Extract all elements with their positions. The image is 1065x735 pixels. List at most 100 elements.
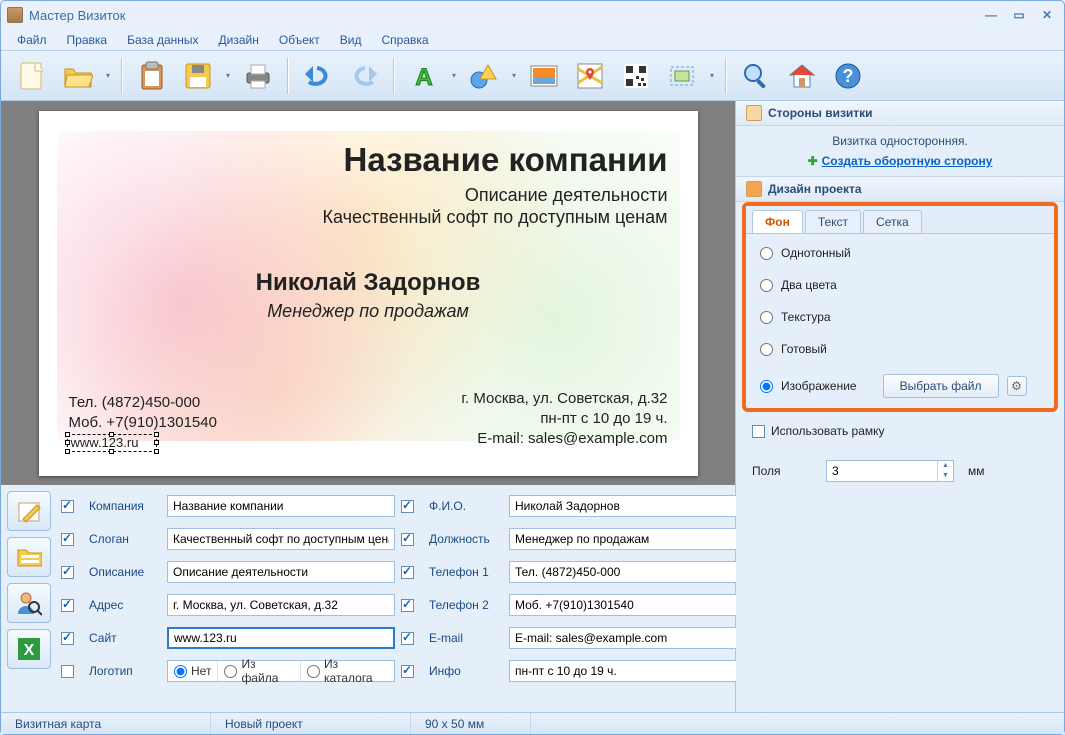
bg-image-radio[interactable]	[760, 380, 773, 393]
email-checkbox[interactable]	[401, 632, 414, 645]
info-input[interactable]	[509, 660, 737, 682]
toolbar: ▾ ▾ A ▾ ▾ ▾ ?	[1, 51, 1064, 101]
fio-checkbox[interactable]	[401, 500, 414, 513]
bg-two-label: Два цвета	[781, 278, 837, 292]
open-icon[interactable]	[57, 56, 99, 96]
choose-file-button[interactable]: Выбрать файл	[883, 374, 999, 398]
card-description[interactable]: Описание деятельности	[465, 185, 668, 206]
text-dropdown[interactable]: ▾	[449, 71, 459, 80]
home-icon[interactable]	[781, 56, 823, 96]
use-frame-checkbox[interactable]	[752, 425, 765, 438]
menu-edit[interactable]: Правка	[59, 31, 116, 49]
sides-panel-header[interactable]: Стороны визитки	[736, 101, 1064, 126]
role-input[interactable]	[509, 528, 737, 550]
card-preview-area[interactable]: Название компании Описание деятельности …	[1, 101, 735, 485]
tel1-checkbox[interactable]	[401, 566, 414, 579]
margins-spinner[interactable]: ▲▼	[826, 460, 954, 482]
site-checkbox[interactable]	[61, 632, 74, 645]
logo-catalog-radio[interactable]: Из каталога	[301, 661, 394, 681]
info-checkbox[interactable]	[401, 665, 414, 678]
database-button[interactable]	[7, 537, 51, 577]
tab-background[interactable]: Фон	[752, 210, 803, 233]
card-tel1: Тел. (4872)450-000	[69, 393, 217, 413]
edit-mode-button[interactable]	[7, 491, 51, 531]
selection-box[interactable]: www.123.ru	[67, 434, 157, 452]
undo-icon[interactable]	[297, 56, 339, 96]
shape-dropdown[interactable]: ▾	[509, 71, 519, 80]
redo-icon[interactable]	[343, 56, 385, 96]
tel2-input[interactable]	[509, 594, 737, 616]
slogan-checkbox[interactable]	[61, 533, 74, 546]
logo-file-radio[interactable]: Из файла	[218, 661, 301, 681]
maximize-button[interactable]: ▭	[1008, 7, 1030, 23]
card-slogan[interactable]: Качественный софт по доступным ценам	[322, 207, 667, 228]
addr-input[interactable]	[167, 594, 395, 616]
card-bottom-right[interactable]: г. Москва, ул. Советская, д.32 пн-пт с 1…	[461, 389, 667, 450]
logo-radio-group: Нет Из файла Из каталога	[167, 660, 395, 682]
margins-down[interactable]: ▼	[938, 471, 953, 481]
menu-file[interactable]: Файл	[9, 31, 55, 49]
company-checkbox[interactable]	[61, 500, 74, 513]
help-icon[interactable]: ?	[827, 56, 869, 96]
card-company[interactable]: Название компании	[344, 141, 668, 179]
bg-settings-button[interactable]: ⚙	[1007, 376, 1027, 396]
excel-export-button[interactable]: X	[7, 629, 51, 669]
text-icon[interactable]: A	[403, 56, 445, 96]
crop-dropdown[interactable]: ▾	[707, 71, 717, 80]
site-input[interactable]	[167, 627, 395, 649]
qr-icon[interactable]	[615, 56, 657, 96]
tel1-input[interactable]	[509, 561, 737, 583]
bg-ready-radio[interactable]	[760, 343, 773, 356]
desc-checkbox[interactable]	[61, 566, 74, 579]
image-icon[interactable]	[523, 56, 565, 96]
print-icon[interactable]	[237, 56, 279, 96]
new-icon[interactable]	[11, 56, 53, 96]
shape-icon[interactable]	[463, 56, 505, 96]
menu-object[interactable]: Объект	[271, 31, 328, 49]
tab-text[interactable]: Текст	[805, 210, 861, 233]
person-search-button[interactable]	[7, 583, 51, 623]
highlight-annotation: Фон Текст Сетка Однотонный Два цвета Тек…	[742, 202, 1058, 412]
menu-view[interactable]: Вид	[332, 31, 370, 49]
tel2-checkbox[interactable]	[401, 599, 414, 612]
role-checkbox[interactable]	[401, 533, 414, 546]
margins-up[interactable]: ▲	[938, 461, 953, 471]
logo-none-radio[interactable]: Нет	[168, 661, 218, 681]
fio-input[interactable]	[509, 495, 737, 517]
design-icon	[746, 181, 762, 197]
email-input[interactable]	[509, 627, 737, 649]
create-back-link[interactable]: ✚Создать оборотную сторону	[748, 154, 1052, 168]
email-label: E-mail	[429, 631, 503, 645]
save-dropdown[interactable]: ▾	[223, 71, 233, 80]
paste-icon[interactable]	[131, 56, 173, 96]
addr-label: Адрес	[89, 598, 161, 612]
tab-grid[interactable]: Сетка	[863, 210, 922, 233]
margins-input[interactable]	[827, 461, 937, 481]
open-dropdown[interactable]: ▾	[103, 71, 113, 80]
card-canvas[interactable]: Название компании Описание деятельности …	[39, 111, 698, 476]
menu-database[interactable]: База данных	[119, 31, 206, 49]
card-role[interactable]: Менеджер по продажам	[39, 301, 698, 322]
card-addr: г. Москва, ул. Советская, д.32	[461, 389, 667, 409]
close-button[interactable]: ✕	[1036, 7, 1058, 23]
logo-checkbox[interactable]	[61, 665, 74, 678]
card-name[interactable]: Николай Задорнов	[39, 269, 698, 297]
zoom-icon[interactable]	[735, 56, 777, 96]
bg-solid-radio[interactable]	[760, 247, 773, 260]
bg-two-radio[interactable]	[760, 279, 773, 292]
bg-texture-radio[interactable]	[760, 311, 773, 324]
map-icon[interactable]	[569, 56, 611, 96]
addr-checkbox[interactable]	[61, 599, 74, 612]
use-frame-label: Использовать рамку	[771, 424, 885, 438]
info-label: Инфо	[429, 664, 503, 678]
design-panel-header[interactable]: Дизайн проекта	[736, 177, 1064, 202]
company-input[interactable]	[167, 495, 395, 517]
bg-solid-label: Однотонный	[781, 246, 851, 260]
menu-help[interactable]: Справка	[373, 31, 436, 49]
crop-icon[interactable]	[661, 56, 703, 96]
desc-input[interactable]	[167, 561, 395, 583]
menu-design[interactable]: Дизайн	[211, 31, 267, 49]
save-icon[interactable]	[177, 56, 219, 96]
slogan-input[interactable]	[167, 528, 395, 550]
minimize-button[interactable]: —	[980, 7, 1002, 23]
